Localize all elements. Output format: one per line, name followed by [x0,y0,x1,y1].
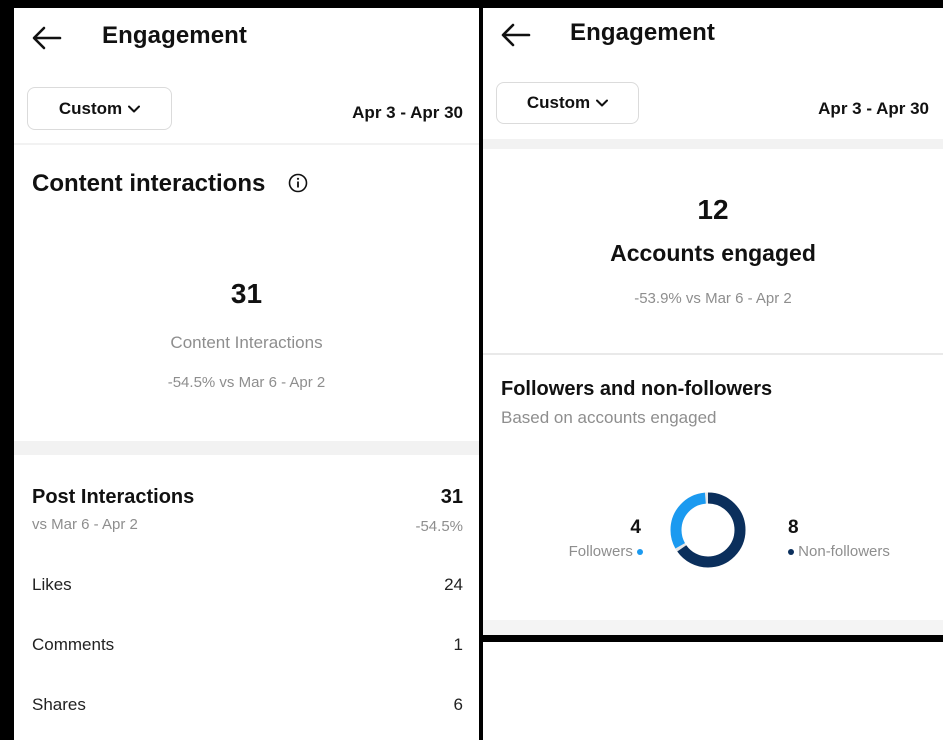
row-label: Comments [32,635,115,654]
info-icon[interactable] [288,173,308,193]
back-arrow-icon[interactable] [501,22,531,48]
accounts-engaged-total: 12 [697,194,729,225]
custom-date-dropdown[interactable]: Custom [27,87,172,130]
divider [483,139,943,149]
followers-label: Followers [568,543,633,560]
accounts-engaged-screen: Engagement Custom Apr 3 - Apr 30 12 Acco… [483,8,943,635]
row-value: 1 [453,635,463,654]
section-divider [14,441,479,455]
accounts-engaged-comparison: -53.9% vs Mar 6 - Apr 2 [634,290,792,307]
followers-dot-icon [637,549,643,556]
row-label: Shares [32,695,86,714]
bottom-divider [483,620,943,635]
row-label: Likes [32,575,72,594]
post-interactions-subtitle: vs Mar 6 - Apr 2 [32,516,138,533]
accounts-engaged-label: Accounts engaged [610,240,816,266]
date-range: Apr 3 - Apr 30 [352,103,463,122]
divider [483,353,943,355]
chevron-down-icon [596,99,609,107]
followers-donut-chart [669,491,747,569]
post-interactions-total: 31 [440,486,463,508]
non-followers-label: Non-followers [798,543,890,560]
app-header: Engagement [14,8,479,70]
section-title: Content interactions [32,170,266,197]
back-arrow-icon[interactable] [32,25,62,51]
custom-date-dropdown[interactable]: Custom [496,82,639,124]
chevron-down-icon [128,105,141,112]
blank-area [483,642,943,740]
content-interactions-total: 31 [230,278,263,309]
non-followers-value: 8 [788,517,799,538]
custom-label: Custom [526,93,591,112]
content-interactions-screen: Engagement Custom Apr 3 - Apr 30 Content… [14,8,479,740]
non-followers-legend: Non-followers [788,543,890,560]
followers-section-title: Followers and non-followers [501,378,773,400]
content-interactions-label: Content Interactions [170,333,323,352]
row-value: 6 [453,695,463,714]
donut-svg [670,492,746,568]
date-range: Apr 3 - Apr 30 [818,99,929,118]
page-title: Engagement [102,22,248,49]
content-interactions-comparison: -54.5% vs Mar 6 - Apr 2 [167,374,326,391]
page-title: Engagement [570,19,716,46]
non-followers-dot-icon [788,549,794,556]
app-header: Engagement [483,8,943,70]
post-interactions-title: Post Interactions [32,486,195,508]
followers-value: 4 [630,517,641,538]
divider [14,143,479,145]
followers-section-subtitle: Based on accounts engaged [501,408,717,427]
followers-legend: Followers [569,543,643,560]
post-interactions-change: -54.5% [415,518,463,535]
row-value: 24 [444,575,463,594]
custom-label: Custom [58,98,123,118]
